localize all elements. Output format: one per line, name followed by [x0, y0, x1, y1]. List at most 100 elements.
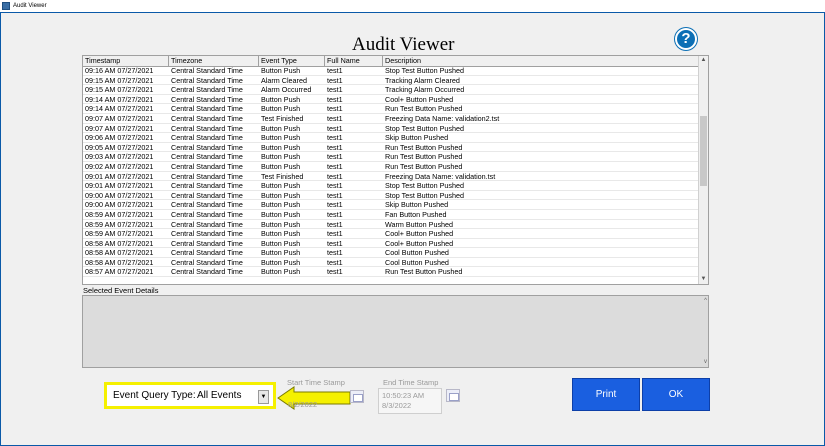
- table-row[interactable]: 09:03 AM 07/27/2021 Central Standard Time…: [83, 152, 700, 162]
- table-row[interactable]: 09:15 AM 07/27/2021 Central Standard Time…: [83, 76, 700, 86]
- table-row[interactable]: 08:59 AM 07/27/2021 Central Standard Time…: [83, 220, 700, 230]
- table-cell: Button Push: [261, 161, 301, 171]
- scroll-down-icon[interactable]: ▼: [699, 275, 708, 284]
- audit-table[interactable]: Timestamp Timezone Event Type Full Name …: [82, 55, 709, 285]
- help-icon[interactable]: ?: [675, 28, 697, 50]
- column-header-full-name[interactable]: Full Name: [325, 56, 383, 66]
- table-cell: Test Finished: [261, 113, 304, 123]
- event-query-select[interactable]: All Events ▼: [193, 390, 269, 404]
- table-cell: Central Standard Time: [171, 229, 243, 239]
- scroll-thumb[interactable]: [700, 116, 707, 186]
- scroll-up-icon[interactable]: ▲: [699, 56, 708, 65]
- end-time-field[interactable]: 10:50:23 AM 8/3/2022: [378, 388, 442, 414]
- table-row[interactable]: 09:00 AM 07/27/2021 Central Standard Time…: [83, 200, 700, 210]
- table-cell: Central Standard Time: [171, 200, 243, 210]
- column-header-event-type[interactable]: Event Type: [259, 56, 325, 66]
- table-cell: Button Push: [261, 238, 301, 248]
- table-cell: Button Push: [261, 190, 301, 200]
- table-row[interactable]: 08:59 AM 07/27/2021 Central Standard Time…: [83, 229, 700, 239]
- table-cell: Central Standard Time: [171, 219, 243, 229]
- table-cell: Button Push: [261, 257, 301, 267]
- table-row[interactable]: 09:00 AM 07/27/2021 Central Standard Time…: [83, 191, 700, 201]
- table-cell: Run Test Button Pushed: [385, 267, 463, 277]
- table-row[interactable]: 09:07 AM 07/27/2021 Central Standard Time…: [83, 124, 700, 134]
- table-cell: test1: [327, 104, 343, 114]
- table-cell: 09:05 AM 07/27/2021: [85, 142, 154, 152]
- table-row[interactable]: 09:07 AM 07/27/2021 Central Standard Time…: [83, 114, 700, 124]
- ok-button[interactable]: OK: [642, 378, 710, 411]
- table-cell: Button Push: [261, 248, 301, 258]
- chevron-down-icon[interactable]: ▼: [258, 390, 269, 404]
- column-header-timestamp[interactable]: Timestamp: [83, 56, 169, 66]
- table-cell: Button Push: [261, 66, 301, 75]
- table-cell: Central Standard Time: [171, 66, 243, 75]
- table-cell: 09:01 AM 07/27/2021: [85, 181, 154, 191]
- table-cell: Stop Test Button Pushed: [385, 181, 464, 191]
- table-row[interactable]: 09:01 AM 07/27/2021 Central Standard Time…: [83, 172, 700, 182]
- column-header-timezone[interactable]: Timezone: [169, 56, 259, 66]
- table-cell: Tracking Alarm Cleared: [385, 75, 460, 85]
- table-cell: test1: [327, 209, 343, 219]
- table-cell: test1: [327, 75, 343, 85]
- table-cell: Alarm Occurred: [261, 85, 312, 95]
- table-row[interactable]: 08:59 AM 07/27/2021 Central Standard Time…: [83, 210, 700, 220]
- table-body: 09:16 AM 07/27/2021 Central Standard Time…: [83, 66, 700, 278]
- table-cell: Tracking Alarm Occurred: [385, 85, 465, 95]
- table-row[interactable]: 09:02 AM 07/27/2021 Central Standard Time…: [83, 162, 700, 172]
- table-row[interactable]: 09:14 AM 07/27/2021 Central Standard Time…: [83, 95, 700, 105]
- table-row[interactable]: 09:15 AM 07/27/2021 Central Standard Time…: [83, 85, 700, 95]
- table-row[interactable]: 08:58 AM 07/27/2021 Central Standard Time…: [83, 258, 700, 268]
- table-row[interactable]: 08:57 AM 07/27/2021 Central Standard Time…: [83, 267, 700, 278]
- column-header-description[interactable]: Description: [383, 56, 700, 66]
- table-cell: Fan Button Pushed: [385, 209, 447, 219]
- table-row[interactable]: 08:58 AM 07/27/2021 Central Standard Time…: [83, 248, 700, 258]
- event-details-box[interactable]: ^ v: [82, 295, 709, 368]
- table-row[interactable]: 09:05 AM 07/27/2021 Central Standard Time…: [83, 143, 700, 153]
- table-row[interactable]: 09:16 AM 07/27/2021 Central Standard Time…: [83, 66, 700, 76]
- table-cell: Button Push: [261, 181, 301, 191]
- print-button[interactable]: Print: [572, 378, 640, 411]
- table-cell: Test Finished: [261, 171, 304, 181]
- table-cell: 09:06 AM 07/27/2021: [85, 133, 154, 143]
- table-row[interactable]: 08:58 AM 07/27/2021 Central Standard Time…: [83, 239, 700, 249]
- end-calendar-icon[interactable]: [446, 389, 460, 402]
- table-cell: Button Push: [261, 123, 301, 133]
- table-cell: Central Standard Time: [171, 85, 243, 95]
- table-cell: 09:03 AM 07/27/2021: [85, 152, 154, 162]
- table-cell: Central Standard Time: [171, 133, 243, 143]
- table-cell: Button Push: [261, 200, 301, 210]
- table-cell: Button Push: [261, 267, 301, 277]
- details-scroll-up-icon[interactable]: ^: [704, 298, 707, 304]
- table-cell: Run Test Button Pushed: [385, 152, 463, 162]
- table-cell: test1: [327, 66, 343, 75]
- table-row[interactable]: 09:06 AM 07/27/2021 Central Standard Time…: [83, 133, 700, 143]
- table-row[interactable]: 09:01 AM 07/27/2021 Central Standard Time…: [83, 181, 700, 191]
- table-row[interactable]: 09:14 AM 07/27/2021 Central Standard Time…: [83, 104, 700, 114]
- table-cell: Central Standard Time: [171, 152, 243, 162]
- table-cell: Button Push: [261, 219, 301, 229]
- table-cell: test1: [327, 181, 343, 191]
- table-cell: Central Standard Time: [171, 161, 243, 171]
- start-time-label: Start Time Stamp: [287, 378, 345, 387]
- end-time-label: End Time Stamp: [383, 378, 439, 387]
- table-cell: Central Standard Time: [171, 94, 243, 104]
- page-title: Audit Viewer: [352, 34, 455, 55]
- table-cell: Central Standard Time: [171, 209, 243, 219]
- end-date-value: 8/3/2022: [382, 401, 412, 410]
- table-cell: test1: [327, 85, 343, 95]
- table-cell: Central Standard Time: [171, 248, 243, 258]
- start-date-value: 8/2/2022: [288, 400, 318, 409]
- table-cell: test1: [327, 94, 343, 104]
- table-cell: test1: [327, 248, 343, 258]
- table-cell: Button Push: [261, 142, 301, 152]
- details-scroll-down-icon[interactable]: v: [704, 359, 707, 365]
- start-calendar-icon[interactable]: [350, 390, 364, 403]
- table-cell: Freezing Data Name: validation.tst: [385, 171, 496, 181]
- table-cell: Cool+ Button Pushed: [385, 238, 454, 248]
- table-cell: test1: [327, 133, 343, 143]
- table-cell: Cool+ Button Pushed: [385, 94, 454, 104]
- table-cell: 09:07 AM 07/27/2021: [85, 123, 154, 133]
- table-cell: 08:59 AM 07/27/2021: [85, 229, 154, 239]
- table-scrollbar[interactable]: ▲ ▼: [698, 56, 708, 284]
- table-cell: Run Test Button Pushed: [385, 142, 463, 152]
